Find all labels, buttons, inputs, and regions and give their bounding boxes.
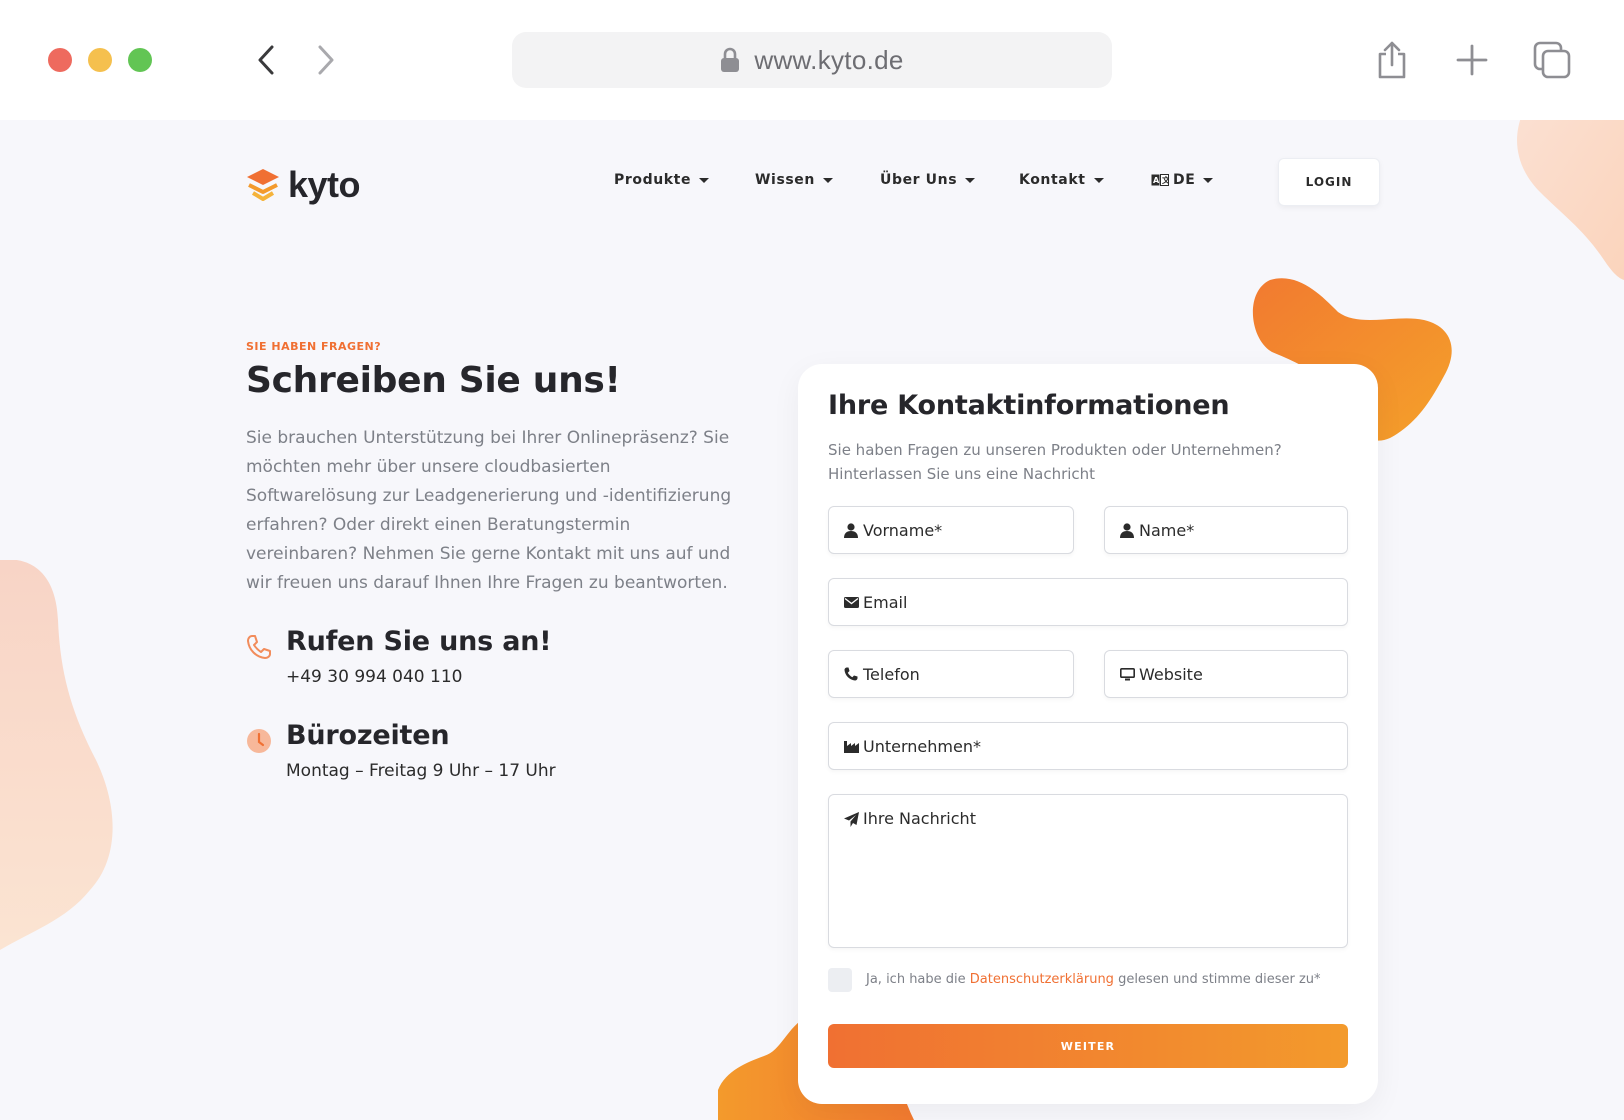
- office-hours: Bürozeiten Montag – Freitag 9 Uhr – 17 U…: [246, 720, 556, 781]
- nav-label: Über Uns: [880, 172, 958, 188]
- tabs-icon: [1533, 41, 1571, 79]
- forward-button[interactable]: [306, 40, 346, 80]
- language-label: DE: [1173, 172, 1196, 188]
- nav-produkte[interactable]: Produkte: [614, 172, 710, 188]
- intro-text: Sie brauchen Unterstützung bei Ihrer Onl…: [246, 428, 732, 593]
- back-icon: [258, 45, 274, 75]
- phone-icon: [246, 634, 272, 660]
- last-name-field[interactable]: Name*: [1104, 506, 1348, 554]
- form-title: Ihre Kontaktinformationen: [828, 390, 1230, 421]
- form-subtitle: Sie haben Fragen zu unseren Produkten od…: [828, 441, 1282, 483]
- nav-label: Produkte: [614, 172, 692, 188]
- maximize-window-button[interactable]: [128, 48, 152, 72]
- consent-text-before: Ja, ich habe die: [866, 972, 970, 987]
- svg-text:A: A: [1153, 176, 1160, 185]
- hours-value: Montag – Freitag 9 Uhr – 17 Uhr: [286, 761, 556, 781]
- nav-kontakt[interactable]: Kontakt: [1019, 172, 1104, 188]
- caret-down-icon: [1093, 177, 1104, 183]
- first-name-placeholder: Vorname*: [863, 520, 943, 540]
- svg-text:文: 文: [1162, 175, 1169, 185]
- website-placeholder: Website: [1139, 664, 1203, 684]
- webpage: kyto Produkte Wissen Über Uns Kontakt A …: [0, 120, 1624, 1120]
- lock-icon: [721, 47, 740, 72]
- phone-title: Rufen Sie uns an!: [286, 626, 552, 657]
- login-button[interactable]: LOGIN: [1278, 158, 1380, 206]
- browser-toolbar: www.kyto.de: [0, 0, 1624, 120]
- share-icon: [1378, 41, 1406, 79]
- last-name-placeholder: Name*: [1139, 520, 1195, 540]
- consent-text: Ja, ich habe die Datenschutzerklärung ge…: [866, 972, 1321, 987]
- factory-icon: [843, 738, 859, 754]
- address-bar[interactable]: www.kyto.de: [512, 32, 1112, 88]
- contact-form-card: Ihre Kontaktinformationen Sie haben Frag…: [798, 364, 1378, 1104]
- phone-number[interactable]: +49 30 994 040 110: [286, 667, 551, 687]
- envelope-icon: [843, 594, 859, 610]
- privacy-policy-link[interactable]: Datenschutzerklärung: [970, 972, 1114, 987]
- eyebrow-label: SIE HABEN FRAGEN?: [246, 340, 382, 353]
- translate-icon: A 文: [1151, 174, 1169, 186]
- plus-icon: [1456, 44, 1488, 76]
- nav-ueber-uns[interactable]: Über Uns: [880, 172, 976, 188]
- caret-down-icon: [822, 177, 833, 183]
- submit-button[interactable]: WEITER: [828, 1024, 1348, 1068]
- paper-plane-icon: [843, 811, 859, 827]
- website-field[interactable]: Website: [1104, 650, 1348, 698]
- kyto-logo[interactable]: kyto: [246, 164, 361, 206]
- message-field[interactable]: Ihre Nachricht: [828, 794, 1348, 948]
- caret-down-icon: [699, 177, 710, 183]
- phone-placeholder: Telefon: [863, 664, 920, 684]
- company-field[interactable]: Unternehmen*: [828, 722, 1348, 770]
- company-placeholder: Unternehmen*: [863, 736, 981, 756]
- phone-contact: Rufen Sie uns an! +49 30 994 040 110: [246, 626, 552, 687]
- caret-down-icon: [965, 177, 976, 183]
- email-field[interactable]: Email: [828, 578, 1348, 626]
- url-text: www.kyto.de: [754, 44, 904, 75]
- user-icon: [1119, 522, 1135, 538]
- user-icon: [843, 522, 859, 538]
- decorative-blob-left: [0, 560, 113, 950]
- consent-text-after: gelesen und stimme dieser zu*: [1113, 972, 1321, 987]
- close-window-button[interactable]: [48, 48, 72, 72]
- page-headline: Schreiben Sie uns!: [246, 360, 621, 401]
- clock-icon: [246, 728, 272, 754]
- new-tab-button[interactable]: [1450, 38, 1494, 82]
- logo-text: kyto: [288, 164, 361, 205]
- back-button[interactable]: [246, 40, 286, 80]
- message-placeholder: Ihre Nachricht: [863, 809, 976, 828]
- nav-wissen[interactable]: Wissen: [755, 172, 833, 188]
- consent-checkbox[interactable]: [828, 968, 852, 992]
- tab-overview-button[interactable]: [1530, 38, 1574, 82]
- share-button[interactable]: [1370, 38, 1414, 82]
- phone-icon: [843, 666, 859, 682]
- kyto-logo-icon: [247, 169, 279, 201]
- nav-label: Wissen: [755, 172, 815, 188]
- caret-down-icon: [1203, 177, 1214, 183]
- forward-icon: [318, 45, 334, 75]
- minimize-window-button[interactable]: [88, 48, 112, 72]
- email-placeholder: Email: [863, 592, 908, 612]
- nav-label: Kontakt: [1019, 172, 1086, 188]
- decorative-blob-top-right: [1517, 120, 1624, 280]
- monitor-icon: [1119, 666, 1135, 682]
- first-name-field[interactable]: Vorname*: [828, 506, 1074, 554]
- phone-field[interactable]: Telefon: [828, 650, 1074, 698]
- hours-title: Bürozeiten: [286, 720, 450, 751]
- language-selector[interactable]: A 文 DE: [1151, 172, 1214, 188]
